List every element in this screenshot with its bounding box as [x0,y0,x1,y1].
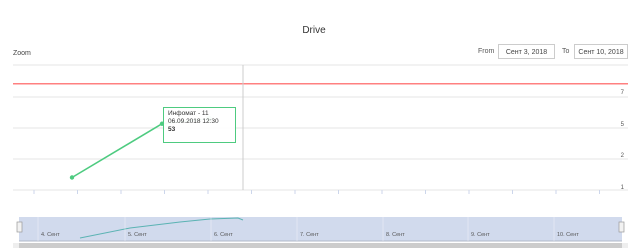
data-point[interactable] [69,175,75,180]
navigator-tick-label: 8. Сент [386,232,405,238]
navigator[interactable]: 4. Сент 5. Сент 6. Сент 7. Сент 8. Сент 9. Се… [13,217,628,248]
navigator-handle-right[interactable] [618,221,625,233]
y-tick-label: 7 [621,90,625,96]
navigator-tick-label: 6. Сент [214,232,233,238]
tooltip-date: 06.09.2018 12:30 [168,118,219,125]
scrollbar-thumb[interactable] [19,243,622,248]
chart-canvas: 7521 4. Сент 5. Сент 6. Сент 7. Сент 8. Сент… [13,64,628,248]
tooltip-value: 53 [168,126,176,133]
navigator-tick-label: 10. Сент [557,232,579,238]
navigator-tick-label: 4. Сент [41,232,60,238]
navigator-range[interactable] [19,217,622,241]
navigator-tick-label: 9. Сент [471,232,490,238]
navigator-tick-label: 7. Сент [300,232,319,238]
y-tick-label: 2 [621,153,625,159]
navigator-handle-left[interactable] [16,221,23,233]
tooltip-series-name: Инфомат - 11 [168,110,209,117]
navigator-tick-label: 5. Сент [128,232,147,238]
y-tick-label: 5 [621,122,625,128]
tooltip: Инфомат - 11 06.09.2018 12:30 53 [163,107,236,143]
